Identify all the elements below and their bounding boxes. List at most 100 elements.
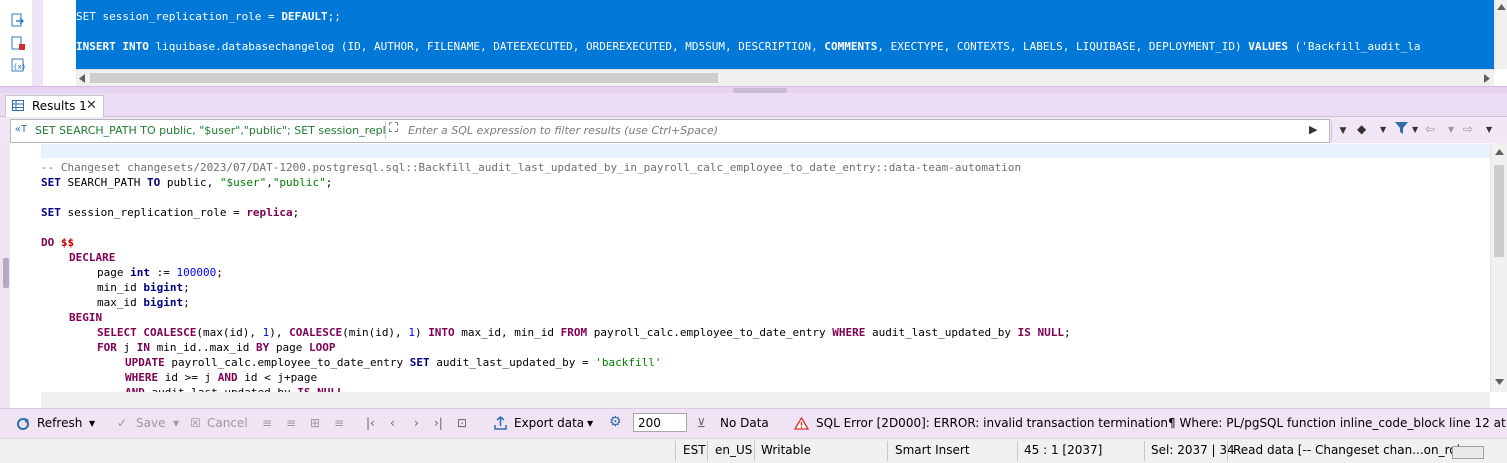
scroll-up-icon[interactable]	[1497, 4, 1506, 10]
divider	[887, 441, 888, 461]
divider	[707, 441, 708, 461]
background-task-label[interactable]: Read data [-- Changeset chan...on_role =	[1233, 443, 1481, 457]
copy-row-icon[interactable]: ⊞	[310, 416, 320, 430]
cancel-x-icon: ☒	[190, 416, 201, 430]
forward-arrow-icon[interactable]: ⇨	[1463, 122, 1473, 136]
result-vertical-scrollbar[interactable]	[1490, 143, 1507, 392]
code-line: max_id bigint;	[97, 296, 190, 309]
code-line: WHERE id >= j AND id < j+page	[125, 371, 318, 384]
export-data-button[interactable]: Export data	[514, 416, 584, 430]
explain-plan-icon[interactable]: {x}	[11, 58, 25, 73]
filter-toolbar: «T SET SEARCH_PATH TO public, "$user","p…	[0, 117, 1507, 143]
next-page-icon[interactable]: ›	[414, 416, 419, 430]
result-text[interactable]: -- Changeset changesets/2023/07/DAT-1200…	[41, 159, 1490, 408]
divider	[385, 122, 386, 139]
selection-info: Sel: 2037 | 34	[1151, 443, 1235, 457]
result-horizontal-scrollbar[interactable]	[41, 392, 1490, 408]
edit-row-icon[interactable]: ≡	[262, 416, 272, 430]
chevron-down-icon[interactable]: ▼	[587, 419, 593, 428]
code-line: -- Changeset changesets/2023/07/DAT-1200…	[41, 161, 1022, 174]
previous-page-icon[interactable]: ‹	[390, 416, 395, 430]
scroll-up-icon[interactable]	[1495, 149, 1504, 155]
save-check-icon: ✓	[117, 416, 128, 430]
close-icon[interactable]: ✕	[86, 98, 97, 113]
chevron-down-icon[interactable]: ▼	[89, 419, 95, 428]
selected-line-2: INSERT INTO liquibase.databasechangelog …	[76, 40, 1421, 53]
refresh-button[interactable]: Refresh	[37, 416, 82, 430]
code-line: FOR j IN min_id..max_id BY page LOOP	[97, 341, 336, 354]
divider	[1144, 441, 1145, 461]
grid-icon	[12, 100, 24, 111]
sql-editor[interactable]: {x} SET session_replication_role = DEFAU…	[0, 0, 1507, 88]
current-line-highlight	[41, 144, 1490, 158]
filter-input[interactable]: Enter a SQL expression to filter results…	[408, 124, 718, 137]
result-text-panel[interactable]: -- Changeset changesets/2023/07/DAT-1200…	[0, 143, 1507, 408]
editor-fold-column	[33, 0, 43, 88]
export-icon[interactable]	[494, 416, 507, 431]
active-query-text[interactable]: SET SEARCH_PATH TO public, "$user","publ…	[35, 124, 385, 137]
writable-label[interactable]: Writable	[761, 443, 811, 457]
code-line: SET SEARCH_PATH TO public, "$user","publ…	[41, 176, 333, 189]
editor-gutter: {x}	[0, 0, 33, 88]
locale-label: en_US	[715, 443, 753, 457]
side-panel-bar	[0, 143, 10, 408]
fetch-all-icon[interactable]: ⊡	[457, 416, 467, 430]
editor-horizontal-scrollbar[interactable]	[76, 69, 1494, 86]
selected-sql-text[interactable]: SET session_replication_role = DEFAULT;;…	[76, 0, 1494, 69]
error-file-icon[interactable]	[11, 36, 25, 51]
divider	[1017, 441, 1018, 461]
back-arrow-icon[interactable]: ⇦	[1425, 122, 1435, 136]
eraser-icon[interactable]: ◆	[1357, 122, 1366, 136]
chevron-down-icon[interactable]: ▼	[1448, 125, 1454, 134]
code-line: SELECT COALESCE(max(id), 1), COALESCE(mi…	[97, 326, 1071, 339]
code-line: UPDATE payroll_calc.employee_to_date_ent…	[125, 356, 662, 369]
task-progress-bar	[1452, 446, 1484, 459]
expand-icon[interactable]: ⛶	[389, 121, 398, 136]
gear-icon[interactable]: ⚙	[609, 414, 622, 430]
warning-icon	[794, 417, 809, 430]
divider	[754, 441, 755, 461]
insert-mode-label[interactable]: Smart Insert	[895, 443, 970, 457]
sql-query-icon: «T	[15, 124, 28, 135]
code-line: SET session_replication_role = replica;	[41, 206, 300, 219]
result-gutter	[10, 143, 40, 408]
execute-script-icon[interactable]	[11, 13, 25, 28]
cancel-button[interactable]: Cancel	[207, 416, 248, 430]
tab-label: Results 1	[32, 99, 87, 113]
filter-icon[interactable]	[1395, 122, 1408, 135]
code-line: DECLARE	[69, 251, 116, 264]
add-row-icon[interactable]: ≡	[286, 416, 296, 430]
scroll-right-icon[interactable]	[1484, 74, 1490, 83]
delete-row-icon[interactable]: ≡	[334, 416, 344, 430]
chevron-down-icon[interactable]: ▼	[1412, 125, 1418, 134]
code-line: min_id bigint;	[97, 281, 190, 294]
editor-hscroll-thumb[interactable]	[90, 73, 718, 83]
last-page-icon[interactable]: ›|	[434, 416, 443, 430]
refresh-icon[interactable]	[16, 417, 31, 431]
chevron-down-icon[interactable]: ▼	[1486, 125, 1492, 134]
cursor-position[interactable]: 45 : 1 [2037]	[1024, 443, 1102, 457]
result-vscroll-thumb[interactable]	[1494, 165, 1504, 257]
save-button[interactable]: Save	[136, 416, 165, 430]
results-bottom-toolbar: Refresh ▼ ✓ Save ▼ ☒ Cancel ≡ ≡ ⊞ ≡ |‹ ‹…	[0, 408, 1507, 439]
error-message[interactable]: SQL Error [2D000]: ERROR: invalid transa…	[816, 416, 1507, 430]
row-count-label: No Data	[720, 416, 769, 430]
scroll-left-icon[interactable]	[79, 74, 85, 83]
timezone-label: EST	[683, 443, 706, 457]
chevron-down-icon[interactable]: ▼	[173, 419, 179, 428]
selected-line-1: SET session_replication_role = DEFAULT;;	[76, 10, 341, 23]
editor-line-margin	[43, 0, 76, 69]
chevron-down-icon[interactable]: ▼	[1380, 125, 1386, 134]
apply-filter-icon[interactable]: ▶	[1309, 123, 1317, 136]
editor-vertical-scrollbar[interactable]	[1494, 0, 1507, 69]
status-bar: EST en_US Writable Smart Insert 45 : 1 […	[0, 438, 1507, 463]
side-panel-toggle[interactable]	[3, 258, 9, 288]
first-page-icon[interactable]: |‹	[366, 416, 375, 430]
filter-box[interactable]: «T SET SEARCH_PATH TO public, "$user","p…	[10, 119, 1346, 143]
sum-icon: ⊻	[697, 416, 706, 430]
filter-history-dropdown[interactable]: ▼	[1331, 121, 1354, 141]
results-tabbar: Results 1 ✕	[0, 93, 1507, 117]
fetch-size-input[interactable]: 200	[633, 413, 687, 432]
scroll-down-icon[interactable]	[1495, 379, 1504, 385]
tab-results-1[interactable]: Results 1 ✕	[5, 95, 104, 117]
